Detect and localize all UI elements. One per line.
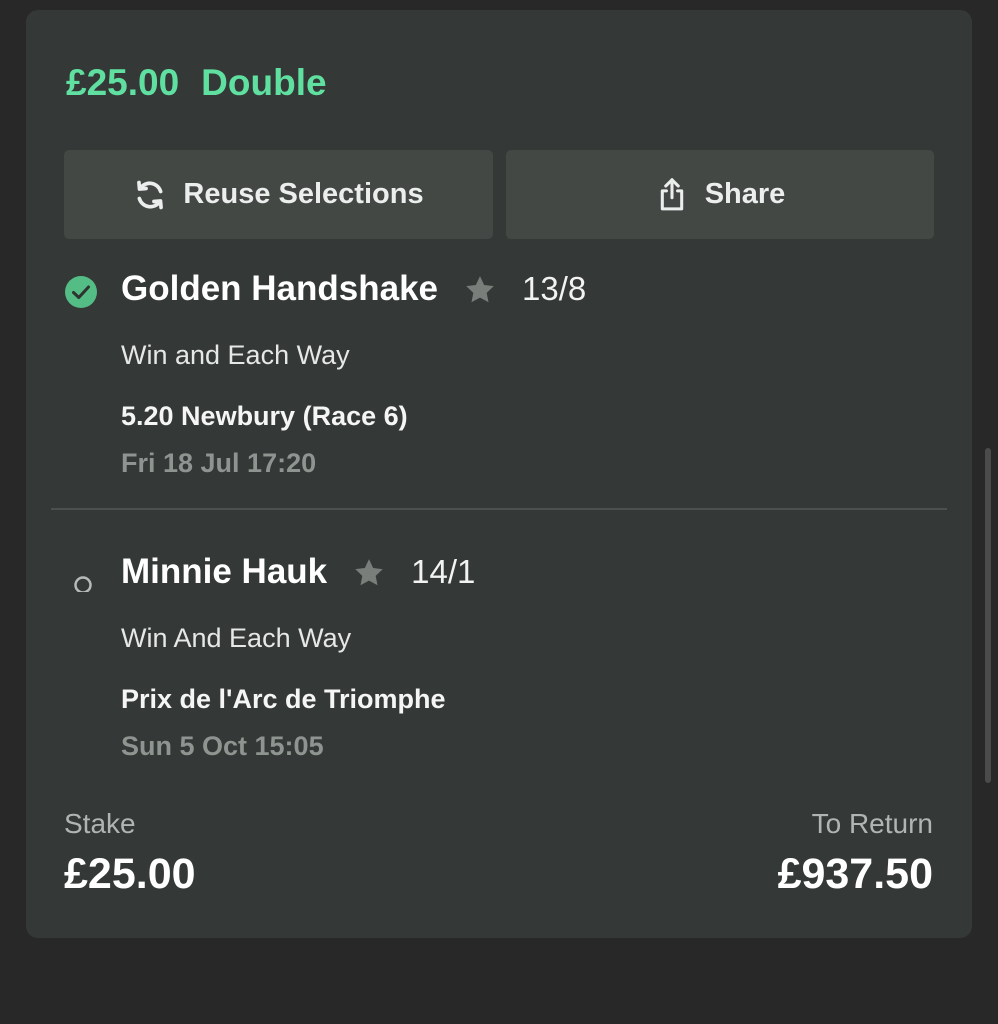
check-circle-icon	[64, 275, 98, 309]
selection-event: Prix de l'Arc de Triomphe	[121, 684, 446, 714]
refresh-icon	[133, 178, 167, 212]
reuse-selections-label: Reuse Selections	[183, 178, 424, 210]
stake-label: Stake	[64, 808, 136, 839]
selection-divider	[51, 508, 947, 510]
star-icon[interactable]	[353, 557, 385, 588]
selection-market: Win And Each Way	[121, 623, 352, 653]
horse-name: Minnie Hauk	[121, 552, 328, 591]
selection-odds: 13/8	[522, 270, 587, 307]
selection-date: Fri 18 Jul 17:20	[121, 448, 317, 478]
share-icon	[655, 177, 689, 213]
selection-event: 5.20 Newbury (Race 6)	[121, 401, 408, 431]
selection-header: Golden Handshake 13/8	[121, 269, 586, 309]
stake-value: £25.00	[64, 850, 196, 898]
share-label: Share	[704, 178, 786, 210]
bet-amount: £25.00	[66, 62, 180, 103]
selection-header: Minnie Hauk 14/1	[121, 552, 475, 592]
horse-name: Golden Handshake	[121, 269, 439, 308]
bet-title: £25.00 Double	[66, 62, 327, 104]
star-icon[interactable]	[464, 274, 496, 305]
selection-date: Sun 5 Oct 15:05	[121, 731, 324, 761]
return-label: To Return	[811, 808, 933, 839]
share-button[interactable]: Share	[506, 150, 934, 239]
bet-type: Double	[201, 62, 327, 103]
reuse-selections-button[interactable]: Reuse Selections	[64, 150, 493, 239]
return-value: £937.50	[777, 850, 933, 898]
open-circle-icon	[64, 558, 98, 594]
selection-odds: 14/1	[411, 553, 476, 590]
scrollbar[interactable]	[985, 448, 991, 783]
bet-card: £25.00 Double Reuse Selections Share Gol…	[26, 10, 972, 938]
selection-market: Win and Each Way	[121, 340, 350, 370]
